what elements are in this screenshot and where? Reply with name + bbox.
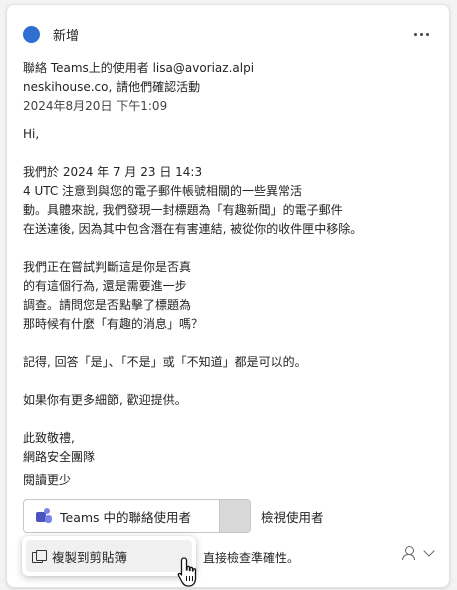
chevron-down-icon <box>423 545 435 557</box>
card-title: 新增 <box>53 29 80 44</box>
person-icon <box>401 545 417 561</box>
hand-cursor-icon <box>177 557 197 587</box>
context-menu: 複製到剪貼簿 <box>22 536 196 576</box>
message-body: Hi, 我們於 2024 年 7 月 23 日 14:3 4 UTC 注意到與您… <box>23 125 433 467</box>
meta-line-2: neskihouse.co, 請他們確認活動 <box>23 80 201 94</box>
button-hover-region <box>219 500 250 532</box>
more-horizontal-icon[interactable] <box>409 23 433 45</box>
message-card: 新增 聯絡 Teams上的使用者 lisa@avoriaz.alpi neski… <box>6 4 450 588</box>
greeting: Hi, <box>23 127 40 141</box>
copy-to-clipboard-item[interactable]: 複製到剪貼簿 <box>26 540 192 572</box>
paragraph-1: 我們於 2024 年 7 月 23 日 14:3 4 UTC 注意到與您的電子郵… <box>23 165 363 236</box>
card-header: 新增 <box>23 23 433 47</box>
people-dropdown[interactable] <box>401 545 435 561</box>
view-user-button[interactable]: 檢視使用者 <box>261 507 324 526</box>
paragraph-3: 記得, 回答「是」、「不是」或「不知道」都是可以的。 <box>23 355 307 369</box>
signature: 此致敬禮, 網路安全團隊 <box>23 431 96 464</box>
copy-icon <box>32 550 47 563</box>
contact-in-teams-button[interactable]: Teams 中的聯絡使用者 <box>23 499 251 533</box>
message-meta: 聯絡 Teams上的使用者 lisa@avoriaz.alpi neskihou… <box>23 59 254 116</box>
footer-text: 直接檢查準確性。 <box>203 551 300 565</box>
paragraph-4: 如果你有更多細節, 歡迎提供。 <box>23 393 187 407</box>
paragraph-2: 我們正在嘗試判斷這是你是否真 的有這個行為, 還是需要進一步 調查。請問您是否點… <box>23 260 204 331</box>
copy-to-clipboard-label: 複製到剪貼簿 <box>52 549 128 565</box>
read-less-link[interactable]: 閱讀更少 <box>23 471 71 488</box>
meta-date: 2024年8月20日 下午1:09 <box>23 99 168 113</box>
meta-line-1: 聯絡 Teams上的使用者 lisa@avoriaz.alpi <box>23 61 255 75</box>
status-dot-icon <box>23 26 40 43</box>
contact-in-teams-label: Teams 中的聯絡使用者 <box>60 509 192 525</box>
teams-icon <box>36 508 52 524</box>
